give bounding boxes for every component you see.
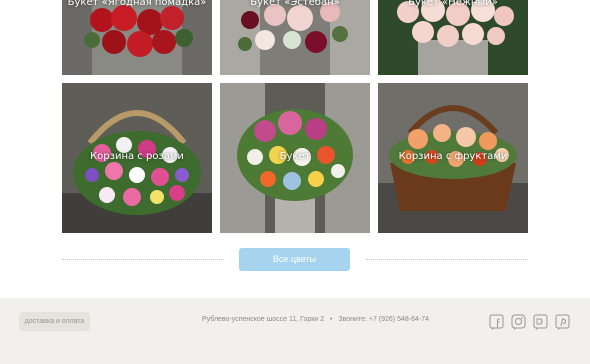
gallery-item-caption: Букет [279,151,311,162]
footer-separator: • [330,316,333,323]
gallery-item-caption: Букет «Ягодная помадка» [67,0,207,8]
all-flowers-button[interactable]: Все цветы [239,248,350,271]
bouquet-photo [378,0,528,75]
gallery-item[interactable]: Букет [220,83,370,233]
gallery-item-caption: Корзина с фруктами [398,151,508,162]
gallery-item-caption: Букет «Эстебан» [250,0,340,8]
pinterest-icon[interactable] [555,314,570,331]
footer-phone[interactable]: Звоните: +7 (926) 548-64-74 [338,316,429,323]
gallery-item[interactable]: Букет «Эстебан» [220,0,370,75]
instagram-icon[interactable] [511,314,526,331]
vk-icon[interactable] [533,314,548,331]
gallery-item-caption: Букет «Нежный» [408,0,498,8]
gallery-grid: Букет «Ягодная помадка» Букет «Эстебан» [0,0,590,240]
bouquet-photo [220,0,370,75]
gallery-item-caption: Корзина с розами [90,151,184,162]
divider-right [366,259,528,260]
footer-contacts: Рублево-успенское шоссе 11, Горки 2 • Зв… [202,316,429,323]
gallery-item[interactable]: Корзина с розами [62,83,212,233]
delivery-button[interactable]: доставка и оплата [19,312,90,331]
gallery-item[interactable]: Букет «Ягодная помадка» [62,0,212,75]
footer-address: Рублево-успенское шоссе 11, Горки 2 [202,316,325,323]
facebook-icon[interactable] [489,314,504,331]
gallery-item[interactable]: Букет «Нежный» [378,0,528,75]
gallery-item[interactable]: Корзина с фруктами [378,83,528,233]
bouquet-photo [62,0,212,75]
footer: доставка и оплата Рублево-успенское шосс… [0,298,590,364]
divider-left [62,259,224,260]
